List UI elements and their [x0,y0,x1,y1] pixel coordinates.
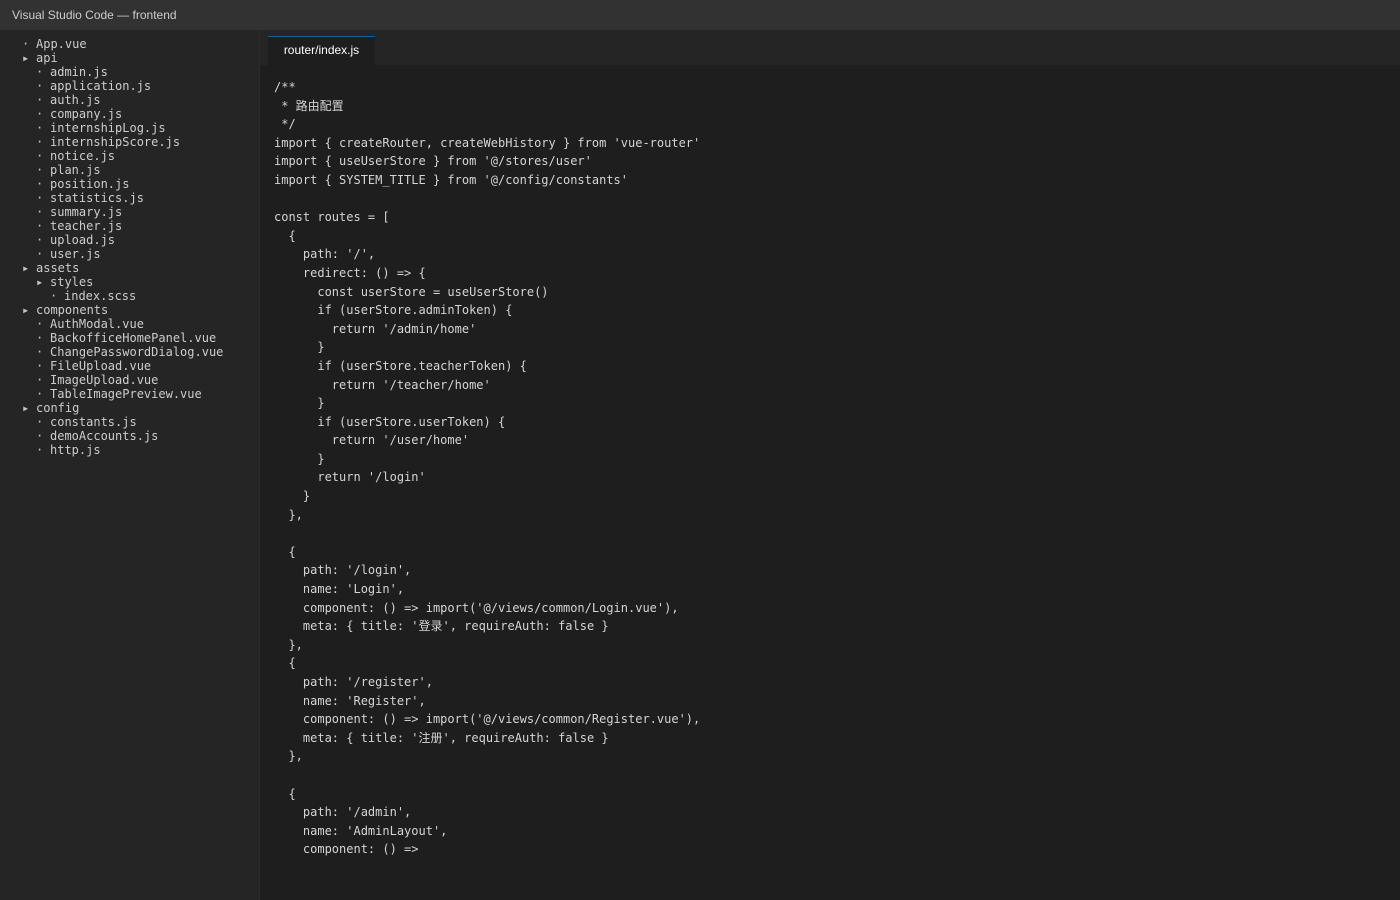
tree-file[interactable]: · http.js [22,443,223,457]
bullet-icon: · [36,317,44,331]
tree-file[interactable]: · application.js [22,79,223,93]
tree-item-label: assets [36,261,80,275]
bullet-icon: · [36,219,44,233]
file-tree: · App.vue ▸ api · admin.js · application.js · aut… [22,37,223,457]
tree-item-label: AuthModal.vue [50,317,144,331]
tree-item-label: demoAccounts.js [50,429,159,443]
tree-item-label: config [36,401,80,415]
tree-item-label: styles [50,275,94,289]
tree-file[interactable]: · ChangePasswordDialog.vue [22,345,223,359]
tree-item-label: BackofficeHomePanel.vue [50,331,217,345]
bullet-icon: · [36,233,44,247]
tree-item-label: summary.js [50,205,123,219]
tree-item-label: position.js [50,177,130,191]
bullet-icon: · [36,107,44,121]
tree-item-label: plan.js [50,163,101,177]
title-bar: Visual Studio Code — frontend [0,0,1400,30]
tree-item-label: components [36,303,109,317]
tree-file[interactable]: · company.js [22,107,223,121]
bullet-icon: · [36,205,44,219]
tree-file[interactable]: · statistics.js [22,191,223,205]
tree-item-label: ImageUpload.vue [50,373,159,387]
bullet-icon: · [36,177,44,191]
explorer-sidebar[interactable]: · App.vue ▸ api · admin.js · application.js · aut… [0,30,260,900]
vscode-window: Visual Studio Code — frontend · App.vue ▸ a… [0,0,1400,900]
bullet-icon: · [50,289,58,303]
tree-item-label: user.js [50,247,101,261]
tree-file[interactable]: · internshipScore.js [22,135,223,149]
tree-item-label: internshipLog.js [50,121,166,135]
tree-item-label: admin.js [50,65,108,79]
bullet-icon: · [36,331,44,345]
tree-item-label: auth.js [50,93,101,107]
bullet-icon: · [36,387,44,401]
tree-item-label: application.js [50,79,152,93]
tree-file[interactable]: · summary.js [22,205,223,219]
tree-folder[interactable]: ▸ assets [22,261,223,275]
bullet-icon: · [36,79,44,93]
tree-file[interactable]: · constants.js [22,415,223,429]
tree-folder[interactable]: ▸ api [22,51,223,65]
bullet-icon: · [36,247,44,261]
tree-file[interactable]: · ImageUpload.vue [22,373,223,387]
tree-file[interactable]: · App.vue [22,37,223,51]
tab-bar: router/index.js [260,30,1400,65]
tree-item-label: constants.js [50,415,137,429]
tree-item-label: notice.js [50,149,116,163]
bullet-icon: · [22,37,30,51]
tree-item-label: teacher.js [50,219,123,233]
tree-file[interactable]: · index.scss [22,289,223,303]
tree-file[interactable]: · position.js [22,177,223,191]
tree-file[interactable]: · demoAccounts.js [22,429,223,443]
tree-file[interactable]: · BackofficeHomePanel.vue [22,331,223,345]
tree-file[interactable]: · plan.js [22,163,223,177]
tree-item-label: ChangePasswordDialog.vue [50,345,224,359]
bullet-icon: · [36,373,44,387]
tree-item-label: FileUpload.vue [50,359,152,373]
tree-folder[interactable]: ▸ styles [22,275,223,289]
bullet-icon: · [36,191,44,205]
code-content[interactable]: /** * 路由配置 */ import { createRouter, cre… [274,78,700,859]
bullet-icon: · [36,135,44,149]
tree-file[interactable]: · teacher.js [22,219,223,233]
tree-item-label: App.vue [36,37,87,51]
tree-file[interactable]: · auth.js [22,93,223,107]
bullet-icon: · [36,93,44,107]
bullet-icon: · [36,65,44,79]
tree-item-label: statistics.js [50,191,144,205]
bullet-icon: · [36,345,44,359]
tree-item-label: http.js [50,443,101,457]
tree-item-label: internshipScore.js [50,135,181,149]
chevron-right-icon: ▸ [22,51,30,65]
tree-file[interactable]: · TableImagePreview.vue [22,387,223,401]
tree-file[interactable]: · upload.js [22,233,223,247]
bullet-icon: · [36,415,44,429]
bullet-icon: · [36,359,44,373]
tab-router-index-js[interactable]: router/index.js [268,36,375,65]
tree-file[interactable]: · FileUpload.vue [22,359,223,373]
tree-file[interactable]: · AuthModal.vue [22,317,223,331]
tree-folder[interactable]: ▸ components [22,303,223,317]
bullet-icon: · [36,443,44,457]
tree-file[interactable]: · user.js [22,247,223,261]
tree-item-label: upload.js [50,233,116,247]
tree-folder[interactable]: ▸ config [22,401,223,415]
tree-item-label: api [36,51,58,65]
chevron-right-icon: ▸ [22,261,30,275]
tree-file[interactable]: · admin.js [22,65,223,79]
bullet-icon: · [36,429,44,443]
tree-file[interactable]: · internshipLog.js [22,121,223,135]
chevron-right-icon: ▸ [22,303,30,317]
tree-item-label: company.js [50,107,123,121]
chevron-right-icon: ▸ [36,275,44,289]
editor-area[interactable]: router/index.js /** * 路由配置 */ import { c… [260,30,1400,900]
tree-file[interactable]: · notice.js [22,149,223,163]
tree-item-label: index.scss [64,289,137,303]
chevron-right-icon: ▸ [22,401,30,415]
bullet-icon: · [36,149,44,163]
bullet-icon: · [36,163,44,177]
bullet-icon: · [36,121,44,135]
tree-item-label: TableImagePreview.vue [50,387,202,401]
